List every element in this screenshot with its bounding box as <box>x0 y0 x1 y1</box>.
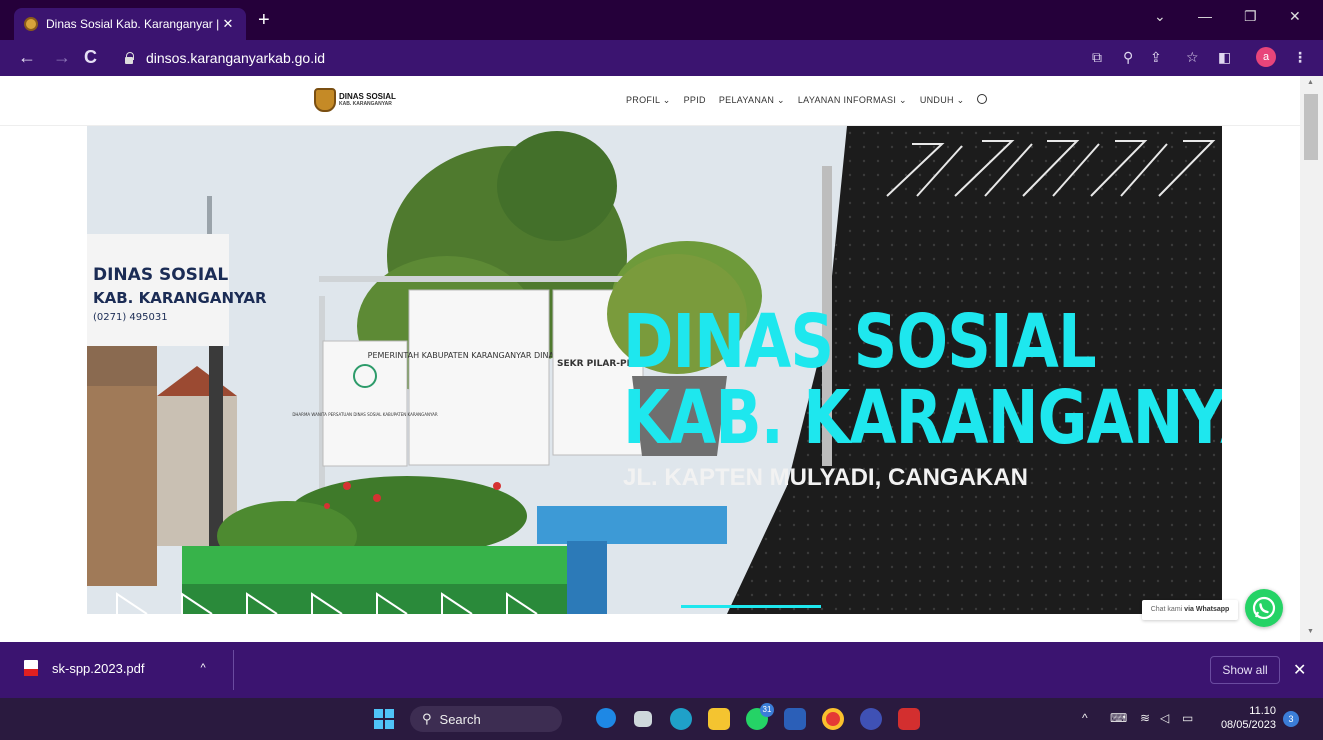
whatsapp-chat-button[interactable] <box>1245 589 1283 627</box>
slider-indicator[interactable] <box>681 605 821 608</box>
app-s-icon[interactable] <box>860 708 882 730</box>
url-text: dinsos.karanganyarkab.go.id <box>146 50 326 66</box>
download-item[interactable]: sk-spp.2023.pdf ^ <box>24 660 206 676</box>
profile-avatar[interactable]: a <box>1256 47 1276 67</box>
scroll-up-icon[interactable]: ▲ <box>1307 79 1314 86</box>
menu-kebab-icon[interactable]: ⋮ <box>1293 49 1307 65</box>
minimize-icon[interactable]: — <box>1198 8 1212 24</box>
tab-search-chevron-icon[interactable]: ⌄ <box>1154 8 1166 25</box>
url-field[interactable]: dinsos.karanganyarkab.go.id <box>112 45 1212 71</box>
show-all-button[interactable]: Show all <box>1210 656 1280 684</box>
logo-subtitle: KAB. KARANGANYAR <box>339 101 392 107</box>
hero-title-line1: DINAS SOSIAL <box>623 299 1097 385</box>
download-bar-close-icon[interactable]: ✕ <box>1293 660 1306 680</box>
back-arrow-icon[interactable]: ← <box>18 48 36 66</box>
share-icon[interactable]: ⇪ <box>1150 49 1162 65</box>
notification-badge[interactable]: 3 <box>1283 711 1299 727</box>
nav-item-layanan-informasi[interactable]: LAYANAN INFORMASI ⌄ <box>798 95 907 106</box>
browser-tab-strip: Dinas Sosial Kab. Karanganyar | T ✕ + ⌄ … <box>0 0 1323 40</box>
translate-icon[interactable]: ⧉ <box>1092 49 1102 65</box>
acrobat-reader-icon[interactable] <box>898 708 920 730</box>
download-filename: sk-spp.2023.pdf <box>52 660 145 676</box>
main-navigation: PROFIL ⌄ PPID PELAYANAN ⌄ LAYANAN INFORM… <box>626 94 988 106</box>
zoom-icon[interactable]: ⚲ <box>1123 49 1133 65</box>
chrome-browser-icon[interactable] <box>822 708 844 730</box>
task-view-icon[interactable] <box>634 711 652 727</box>
taskbar-clock[interactable]: 11.10 08/05/2023 <box>1214 704 1276 732</box>
browser-tab-active[interactable]: Dinas Sosial Kab. Karanganyar | T ✕ <box>14 8 246 40</box>
tab-close-icon[interactable]: ✕ <box>220 16 236 32</box>
volume-icon[interactable]: ◁ <box>1160 711 1169 725</box>
board-text-pilar: SEKR PILAR-PI <box>557 359 630 369</box>
nav-item-profil[interactable]: PROFIL ⌄ <box>626 95 671 106</box>
window-close-icon[interactable]: ✕ <box>1289 8 1301 25</box>
bing-chat-icon[interactable] <box>596 708 616 728</box>
whatsapp-unread-badge: 31 <box>760 703 774 717</box>
clock-time: 11.10 <box>1249 705 1276 717</box>
reload-icon[interactable]: C <box>84 48 97 66</box>
nav-item-ppid[interactable]: PPID <box>684 95 706 106</box>
side-panel-icon[interactable]: ◧ <box>1218 49 1231 65</box>
tab-title: Dinas Sosial Kab. Karanganyar | T <box>46 17 220 31</box>
whatsapp-label-bold: via Whatsapp <box>1184 606 1230 613</box>
taskbar-search-label: Search <box>439 711 481 727</box>
address-toolbar: ← → C dinsos.karanganyarkab.go.id ⧉ ⚲ ⇪ … <box>0 40 1323 76</box>
tray-chevron-up-icon[interactable]: ^ <box>1082 711 1088 725</box>
hero-banner[interactable]: DINAS SOSIAL KAB. KARANGANYAR (0271) 495… <box>87 126 1222 614</box>
page-scrollbar[interactable]: ▲ ▼ <box>1300 76 1323 642</box>
download-divider <box>233 650 234 690</box>
windows-taskbar: ⚲ Search 31 ^ ⌨ ≋ ◁ ▭ 11.10 08/05/2023 3 <box>0 698 1323 740</box>
word-app-icon[interactable] <box>784 708 806 730</box>
download-bar: sk-spp.2023.pdf ^ Show all ✕ <box>0 642 1323 698</box>
restore-icon[interactable]: ❐ <box>1244 8 1257 25</box>
edge-browser-icon[interactable] <box>670 708 692 730</box>
search-icon[interactable] <box>977 94 988 104</box>
search-icon: ⚲ <box>422 711 432 726</box>
whatsapp-label-prefix: Chat kami <box>1150 606 1185 613</box>
whatsapp-chat-label[interactable]: Chat kami via Whatsapp <box>1142 600 1238 620</box>
nav-item-unduh[interactable]: UNDUH ⌄ <box>920 95 965 106</box>
battery-icon[interactable]: ▭ <box>1182 711 1193 725</box>
bookmark-star-icon[interactable]: ☆ <box>1186 49 1199 65</box>
hero-title: DINAS SOSIAL KAB. KARANGANYAR <box>623 304 1222 456</box>
lock-icon <box>124 52 134 64</box>
hero-title-line2: KAB. KARANGANYAR <box>623 375 1222 461</box>
clock-date: 08/05/2023 <box>1220 719 1276 731</box>
site-logo[interactable]: DINAS SOSIAL KAB. KARANGANYAR <box>314 88 396 112</box>
hero-subtitle: JL. KAPTEN MULYADI, CANGAKAN <box>623 464 1028 491</box>
keyboard-icon[interactable]: ⌨ <box>1110 711 1127 725</box>
whatsapp-icon <box>1252 596 1276 620</box>
windows-start-icon[interactable] <box>374 709 394 729</box>
nav-item-pelayanan[interactable]: PELAYANAN ⌄ <box>719 95 785 106</box>
taskbar-search[interactable]: ⚲ Search <box>410 706 562 732</box>
site-favicon-icon <box>24 17 38 31</box>
forward-arrow-icon[interactable]: → <box>53 48 71 66</box>
sign-text-dinas: DINAS SOSIAL <box>93 265 228 285</box>
scrollbar-thumb[interactable] <box>1304 94 1318 160</box>
sign-text-kab: KAB. KARANGANYAR <box>93 289 267 307</box>
file-explorer-icon[interactable] <box>708 708 730 730</box>
new-tab-button[interactable]: + <box>258 10 270 30</box>
karanganyar-emblem-icon <box>314 88 336 112</box>
site-header: DINAS SOSIAL KAB. KARANGANYAR PROFIL ⌄ P… <box>0 76 1300 126</box>
chevron-up-icon[interactable]: ^ <box>201 662 206 674</box>
wifi-icon[interactable]: ≋ <box>1140 711 1150 725</box>
scroll-down-icon[interactable]: ▼ <box>1307 628 1314 635</box>
board-text-dharma-wanita: DHARMA WANITA PERSATUAN DINAS SOSIAL KAB… <box>292 412 438 417</box>
sign-text-phone: (0271) 495031 <box>93 312 168 323</box>
pdf-file-icon <box>24 660 38 676</box>
logo-title: DINAS SOSIAL <box>339 92 396 101</box>
